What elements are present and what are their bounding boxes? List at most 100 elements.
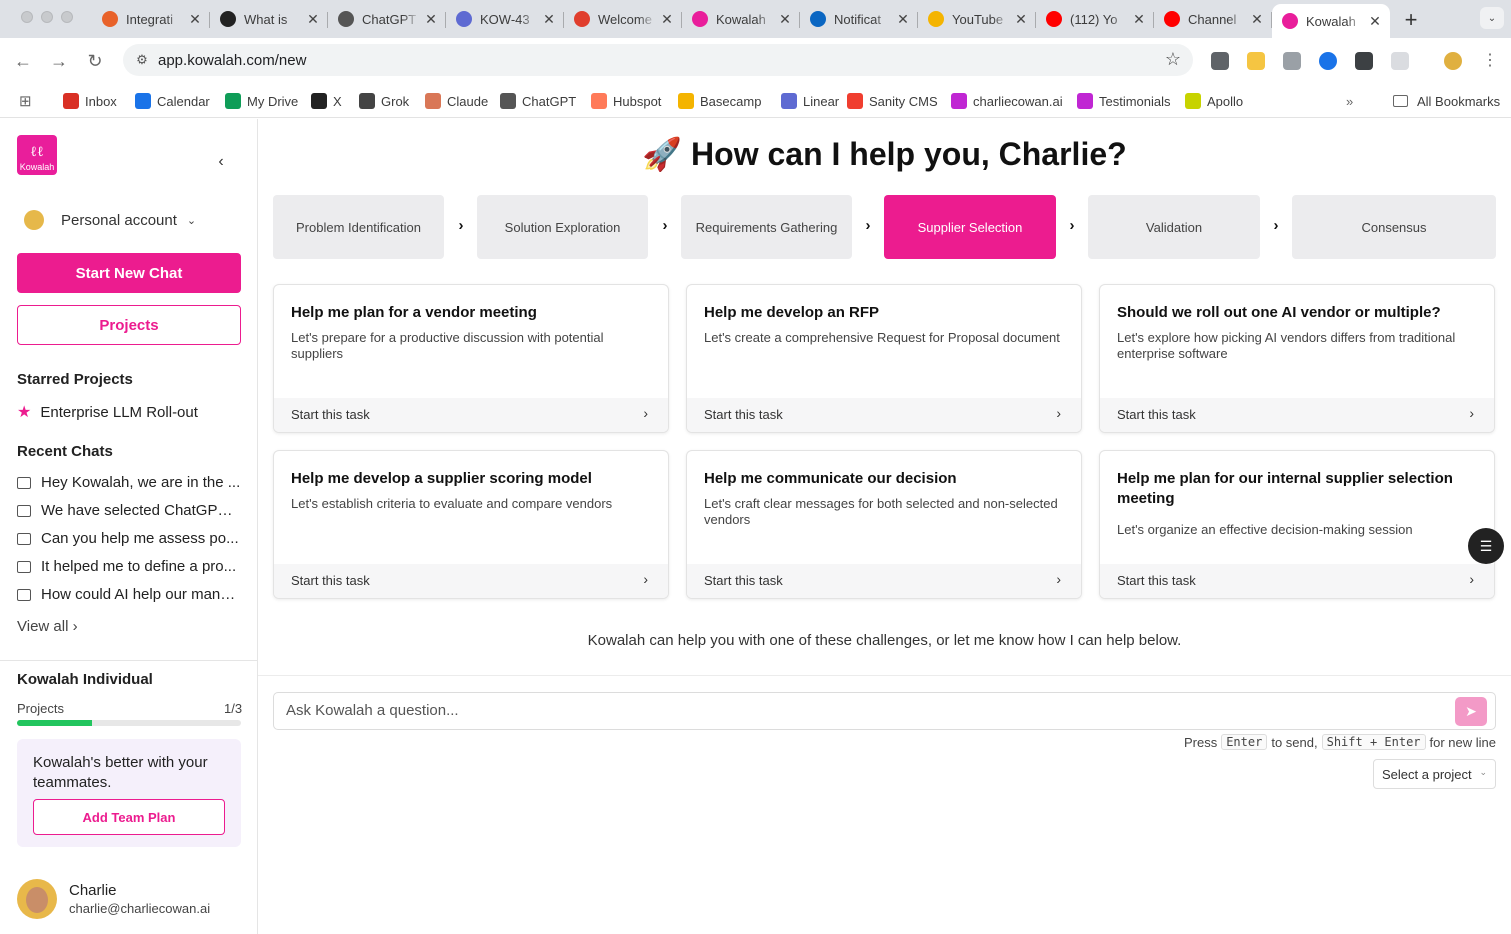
more-bookmarks-icon[interactable]: » (1346, 91, 1353, 111)
close-tab-icon[interactable]: ✕ (188, 11, 202, 28)
close-tab-icon[interactable]: ✕ (660, 11, 674, 28)
recent-chat-item[interactable]: Can you help me assess po... (17, 530, 241, 547)
puzzle-icon[interactable] (1391, 52, 1409, 70)
chat-input-box[interactable]: ➤ (273, 692, 1496, 730)
bookmark-item[interactable]: Linear (781, 91, 839, 111)
chat-input[interactable] (286, 702, 1436, 719)
browser-tab[interactable]: ChatGPT ✕ (328, 4, 446, 34)
tab-search-icon[interactable]: ⌄ (1480, 7, 1504, 29)
browser-tab[interactable]: Integrati ✕ (92, 4, 210, 34)
extension-icon[interactable] (1247, 52, 1265, 70)
minimize-window-icon[interactable] (41, 11, 53, 23)
list-menu-icon[interactable]: ☰ (1468, 528, 1504, 564)
bookmark-item[interactable]: ChatGPT (500, 91, 576, 111)
bookmark-item[interactable]: My Drive (225, 91, 298, 111)
maximize-window-icon[interactable] (61, 11, 73, 23)
back-icon[interactable]: ← (11, 49, 35, 73)
browser-tab[interactable]: YouTube ✕ (918, 4, 1036, 34)
collapse-sidebar-icon[interactable]: ‹ (212, 153, 230, 171)
browser-tab[interactable]: What is ✕ (210, 4, 328, 34)
user-avatar[interactable] (17, 879, 57, 919)
close-tab-icon[interactable]: ✕ (1014, 11, 1028, 28)
close-tab-icon[interactable]: ✕ (778, 11, 792, 28)
view-all-link[interactable]: View all › (17, 618, 78, 635)
close-tab-icon[interactable]: ✕ (306, 11, 320, 28)
send-icon[interactable]: ➤ (1455, 697, 1487, 726)
extension-icon[interactable] (1319, 52, 1337, 70)
recent-chat-item[interactable]: How could AI help our manu... (17, 586, 241, 603)
close-tab-icon[interactable]: ✕ (542, 11, 556, 28)
add-team-plan-button[interactable]: Add Team Plan (33, 799, 225, 835)
select-project-dropdown[interactable]: Select a project ⌄ (1373, 759, 1496, 789)
workflow-step[interactable]: Solution Exploration (477, 195, 648, 259)
task-card[interactable]: Should we roll out one AI vendor or mult… (1099, 284, 1495, 433)
close-tab-icon[interactable]: ✕ (896, 11, 910, 28)
projects-usage-label: Projects (17, 701, 64, 716)
bookmark-item[interactable]: Grok (359, 91, 409, 111)
address-bar[interactable]: ⚙ app.kowalah.com/new ☆ (123, 44, 1193, 76)
new-tab-icon[interactable]: + (1400, 7, 1422, 33)
bookmark-item[interactable]: X (311, 91, 342, 111)
menu-dots-icon[interactable]: ⋮ (1478, 49, 1502, 73)
all-bookmarks[interactable]: All Bookmarks (1393, 91, 1500, 111)
browser-tab[interactable]: KOW-43 ✕ (446, 4, 564, 34)
workflow-step[interactable]: Supplier Selection (884, 195, 1056, 259)
task-card[interactable]: Help me communicate our decision Let's cr… (686, 450, 1082, 599)
task-card[interactable]: Help me plan for our internal supplier s… (1099, 450, 1495, 599)
bookmark-item[interactable]: charliecowan.ai (951, 91, 1063, 111)
bookmark-item[interactable]: Claude (425, 91, 488, 111)
bookmark-item[interactable]: Sanity CMS (847, 91, 938, 111)
close-tab-icon[interactable]: ✕ (1368, 13, 1382, 30)
browser-tab[interactable]: Channel ✕ (1154, 4, 1272, 34)
start-task-button[interactable]: Start this task › (274, 398, 668, 432)
bookmark-item[interactable]: Testimonials (1077, 91, 1171, 111)
task-card[interactable]: Help me develop an RFP Let's create a com… (686, 284, 1082, 433)
bookmark-item[interactable]: Basecamp (678, 91, 761, 111)
browser-tab[interactable]: (112) Yo ✕ (1036, 4, 1154, 34)
site-info-icon[interactable]: ⚙ (133, 51, 151, 69)
recent-chat-item[interactable]: Hey Kowalah, we are in the ... (17, 474, 241, 491)
window-controls[interactable] (21, 11, 73, 23)
browser-tab[interactable]: Kowalah ✕ (682, 4, 800, 34)
browser-tab[interactable]: Kowalah ✕ (1272, 4, 1390, 38)
bookmark-item[interactable]: Hubspot (591, 91, 661, 111)
recent-chat-item[interactable]: We have selected ChatGPT ... (17, 502, 241, 519)
bookmark-star-icon[interactable]: ☆ (1165, 49, 1181, 70)
start-new-chat-button[interactable]: Start New Chat (17, 253, 241, 293)
projects-button[interactable]: Projects (17, 305, 241, 345)
start-task-button[interactable]: Start this task › (1100, 398, 1494, 432)
bookmark-item[interactable]: Apollo (1185, 91, 1243, 111)
extension-icon[interactable] (1283, 52, 1301, 70)
kowalah-logo[interactable]: ℓℓ Kowalah (17, 135, 57, 175)
browser-tab[interactable]: Welcome ✕ (564, 4, 682, 34)
workflow-step[interactable]: Validation (1088, 195, 1260, 259)
recent-chat-item[interactable]: It helped me to define a pro... (17, 558, 241, 575)
apps-grid-icon[interactable]: ⊞ (19, 91, 32, 111)
forward-icon[interactable]: → (47, 49, 71, 73)
close-window-icon[interactable] (21, 11, 33, 23)
close-tab-icon[interactable]: ✕ (1132, 11, 1146, 28)
account-switcher[interactable]: Personal account ⌄ (24, 210, 196, 230)
bookmark-item[interactable]: Inbox (63, 91, 117, 111)
start-task-button[interactable]: Start this task › (274, 564, 668, 598)
start-task-button[interactable]: Start this task › (687, 398, 1081, 432)
workflow-step[interactable]: Problem Identification (273, 195, 444, 259)
start-task-button[interactable]: Start this task › (1100, 564, 1494, 598)
bookmark-item[interactable]: Calendar (135, 91, 210, 111)
workflow-step[interactable]: Requirements Gathering (681, 195, 852, 259)
extension-icon[interactable] (1355, 52, 1373, 70)
extension-icon[interactable] (1211, 52, 1229, 70)
profile-avatar-icon[interactable] (1444, 52, 1462, 70)
close-tab-icon[interactable]: ✕ (1250, 11, 1264, 28)
start-task-button[interactable]: Start this task › (687, 564, 1081, 598)
url-text[interactable]: app.kowalah.com/new (158, 52, 306, 69)
workflow-step[interactable]: Consensus (1292, 195, 1496, 259)
task-card[interactable]: Help me develop a supplier scoring model… (273, 450, 669, 599)
close-tab-icon[interactable]: ✕ (424, 11, 438, 28)
task-card[interactable]: Help me plan for a vendor meeting Let's p… (273, 284, 669, 433)
reload-icon[interactable]: ↻ (83, 49, 107, 73)
browser-tab[interactable]: Notificat ✕ (800, 4, 918, 34)
plan-title: Kowalah Individual (17, 671, 153, 688)
tab-favicon-icon (102, 11, 118, 27)
starred-project-item[interactable]: ★ Enterprise LLM Roll-out (17, 402, 198, 422)
